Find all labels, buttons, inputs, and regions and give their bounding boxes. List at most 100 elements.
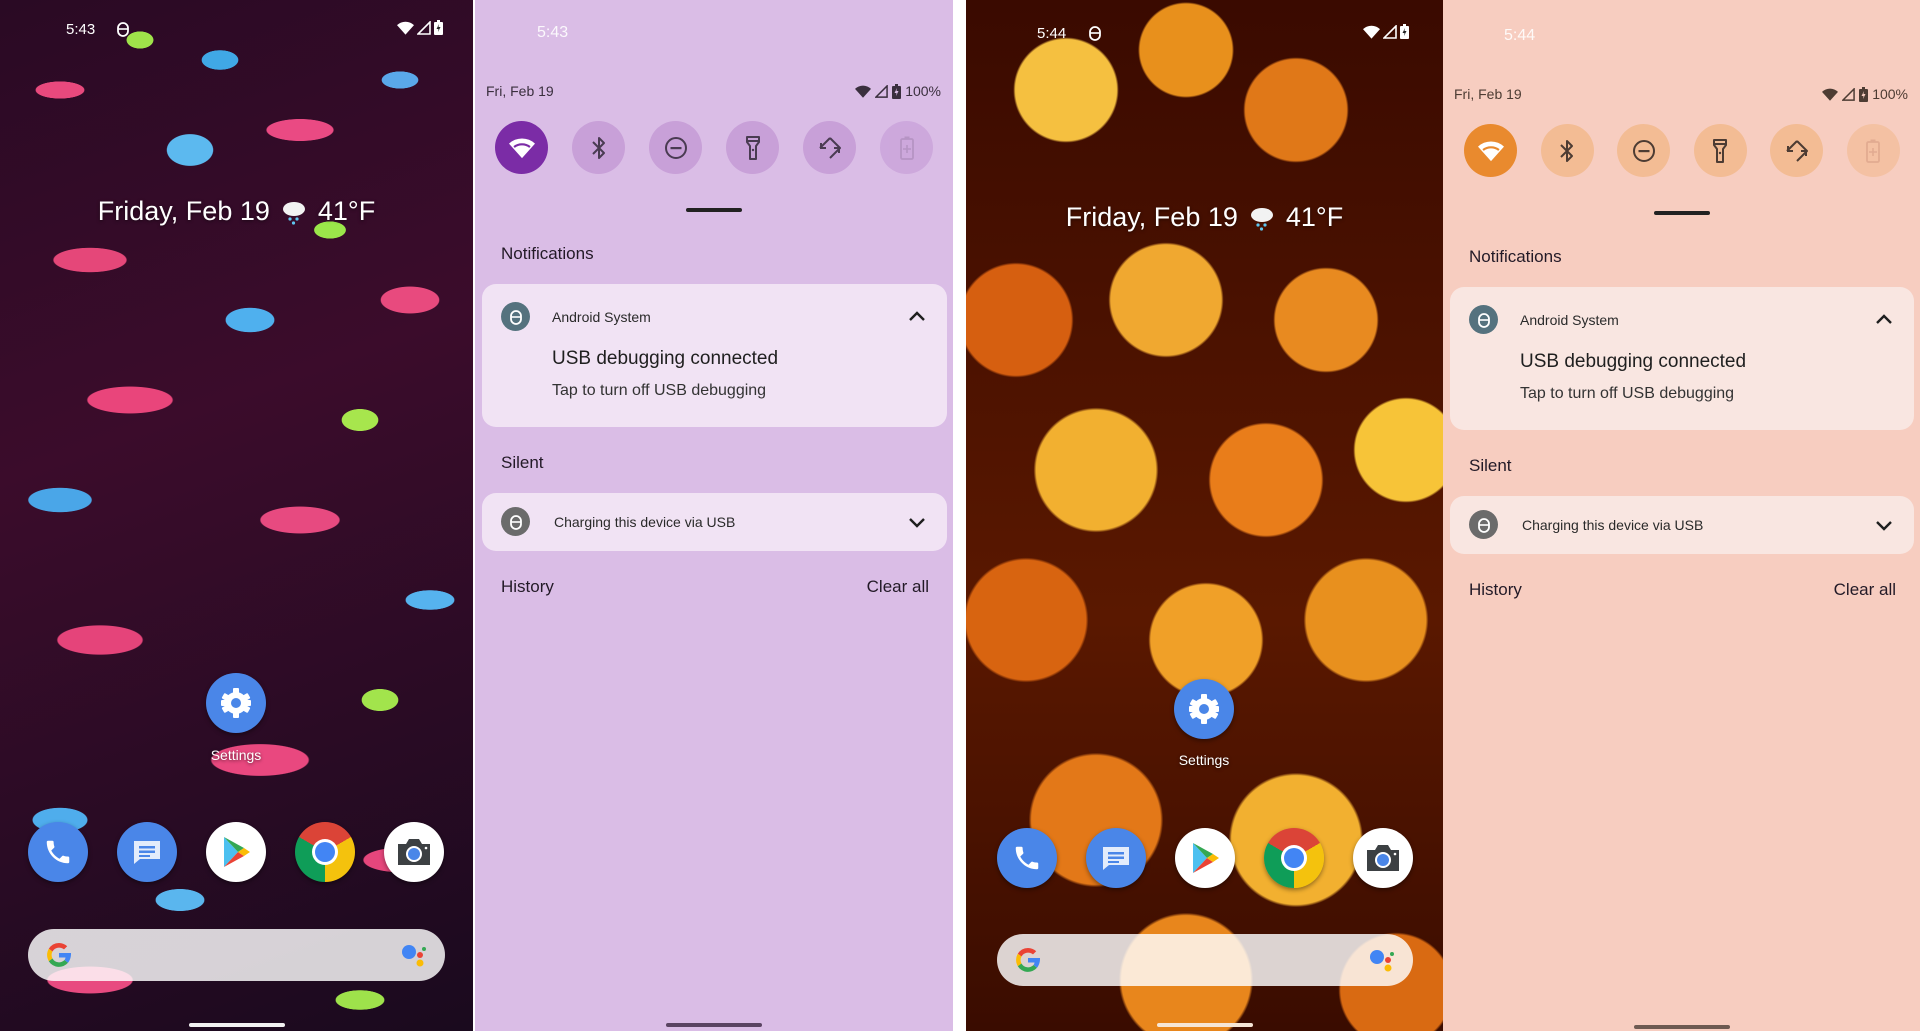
dock-messages[interactable] (117, 822, 177, 882)
shade-drag-handle[interactable] (686, 208, 742, 212)
settings-gear-icon (1189, 694, 1219, 724)
dock-phone[interactable] (28, 822, 88, 882)
battery-charging-icon (1400, 24, 1409, 39)
battery-charging-icon (892, 83, 902, 99)
silent-header: Silent (1469, 456, 1512, 475)
wifi-icon (1477, 140, 1504, 161)
settings-gear-icon (221, 688, 251, 718)
qs-tile-auto-rotate[interactable] (1770, 124, 1824, 177)
notifications-header: Notifications (501, 244, 594, 263)
expand-chevron-down-icon[interactable] (905, 510, 929, 534)
qs-tile-dnd[interactable] (649, 121, 702, 174)
assistant-icon[interactable] (1367, 945, 1397, 975)
dock-camera[interactable] (384, 822, 444, 882)
gesture-nav-bar[interactable] (188, 1023, 285, 1027)
notification-card-charging[interactable]: Charging this device via USB (1450, 496, 1914, 554)
camera-icon (398, 839, 430, 865)
notification-body: Tap to turn off USB debugging (1520, 385, 1735, 402)
messages-icon (134, 841, 160, 864)
dock-phone[interactable] (997, 828, 1057, 888)
dock-messages[interactable] (1086, 828, 1146, 888)
phone-icon (1015, 846, 1039, 870)
rotate-icon (818, 136, 841, 159)
android-system-icon (501, 302, 530, 331)
qs-tile-battery-saver[interactable] (880, 121, 933, 174)
android-system-icon (1469, 510, 1498, 539)
gesture-nav-bar[interactable] (666, 1023, 762, 1027)
notification-shade-1: 5:43 Fri, Feb 19 100% Notifications Andr… (475, 0, 953, 1031)
settings-app-icon[interactable] (206, 673, 266, 733)
bluetooth-icon (591, 136, 605, 159)
clear-all-button[interactable]: Clear all (867, 577, 929, 597)
at-a-glance-widget[interactable]: Friday, Feb 19 41°F (966, 202, 1443, 233)
dock-camera[interactable] (1353, 828, 1413, 888)
notification-card-usb-debugging[interactable]: Android System USB debugging connected T… (482, 284, 947, 427)
android-system-icon (501, 507, 530, 536)
battery-percent: 100% (905, 83, 941, 99)
history-button[interactable]: History (501, 577, 554, 597)
glance-date[interactable]: Friday, Feb 19 (1066, 202, 1238, 233)
qs-tile-battery-saver[interactable] (1846, 124, 1900, 177)
signal-icon (1842, 87, 1856, 101)
notification-title: USB debugging connected (552, 348, 779, 369)
dnd-icon (664, 136, 687, 159)
assistant-icon[interactable] (399, 940, 429, 970)
dock-chrome[interactable] (1264, 828, 1324, 888)
shade-date[interactable]: Fri, Feb 19 (486, 83, 554, 99)
bluetooth-icon (1560, 139, 1574, 162)
glance-temperature[interactable]: 41°F (1286, 202, 1343, 233)
settings-app-label[interactable]: Settings (1154, 752, 1254, 768)
qs-tile-wifi[interactable] (495, 121, 548, 174)
rain-cloud-icon (1250, 207, 1273, 231)
expand-chevron-down-icon[interactable] (1872, 513, 1896, 537)
battery-saver-icon (1866, 139, 1881, 163)
quick-settings-row (1464, 124, 1900, 177)
qs-tile-bluetooth[interactable] (1540, 124, 1594, 177)
history-button[interactable]: History (1469, 580, 1522, 600)
dock-chrome[interactable] (295, 822, 355, 882)
camera-icon (1367, 845, 1399, 871)
settings-app-icon[interactable] (1174, 679, 1234, 739)
wifi-icon (1822, 88, 1839, 101)
battery-saver-icon (899, 136, 914, 160)
notification-body: Tap to turn off USB debugging (552, 382, 767, 399)
notification-app-name: Android System (1520, 312, 1619, 328)
google-search-bar[interactable] (997, 934, 1413, 986)
qs-tile-dnd[interactable] (1617, 124, 1671, 177)
home-screen-2: 5:44 Friday, Feb 19 41°F Settings (966, 0, 1443, 1031)
notification-card-usb-debugging[interactable]: Android System USB debugging connected T… (1450, 287, 1914, 430)
battery-percent: 100% (1872, 86, 1908, 102)
chrome-icon (1281, 845, 1307, 871)
qs-tile-flashlight[interactable] (726, 121, 779, 174)
shade-time: 5:43 (537, 24, 569, 41)
android-system-icon (1469, 305, 1498, 334)
qs-tile-flashlight[interactable] (1693, 124, 1747, 177)
notification-title: Charging this device via USB (554, 514, 736, 530)
usb-debug-icon (116, 20, 130, 42)
gesture-nav-bar[interactable] (1156, 1023, 1253, 1027)
glance-temperature[interactable]: 41°F (318, 196, 375, 227)
settings-app-label[interactable]: Settings (186, 747, 286, 763)
notifications-header: Notifications (1469, 247, 1562, 266)
notification-app-name: Android System (552, 309, 651, 325)
shade-drag-handle[interactable] (1653, 211, 1710, 215)
gesture-nav-bar[interactable] (1633, 1025, 1730, 1029)
qs-tile-auto-rotate[interactable] (803, 121, 856, 174)
clear-all-button[interactable]: Clear all (1834, 580, 1896, 600)
shade-time: 5:44 (1504, 27, 1536, 44)
dock-play-store[interactable] (1175, 828, 1235, 888)
phone-icon (46, 840, 70, 864)
google-search-bar[interactable] (28, 929, 445, 981)
google-g-icon (1016, 948, 1041, 972)
notification-card-charging[interactable]: Charging this device via USB (482, 493, 947, 551)
qs-tile-bluetooth[interactable] (572, 121, 625, 174)
dock-play-store[interactable] (206, 822, 266, 882)
collapse-chevron-up-icon[interactable] (905, 304, 929, 328)
collapse-chevron-up-icon[interactable] (1872, 307, 1896, 331)
glance-date[interactable]: Friday, Feb 19 (98, 196, 270, 227)
wifi-icon (508, 137, 535, 158)
qs-tile-wifi[interactable] (1464, 124, 1517, 177)
at-a-glance-widget[interactable]: Friday, Feb 19 41°F (0, 196, 473, 227)
shade-date[interactable]: Fri, Feb 19 (1454, 86, 1522, 102)
flashlight-icon (745, 135, 760, 160)
